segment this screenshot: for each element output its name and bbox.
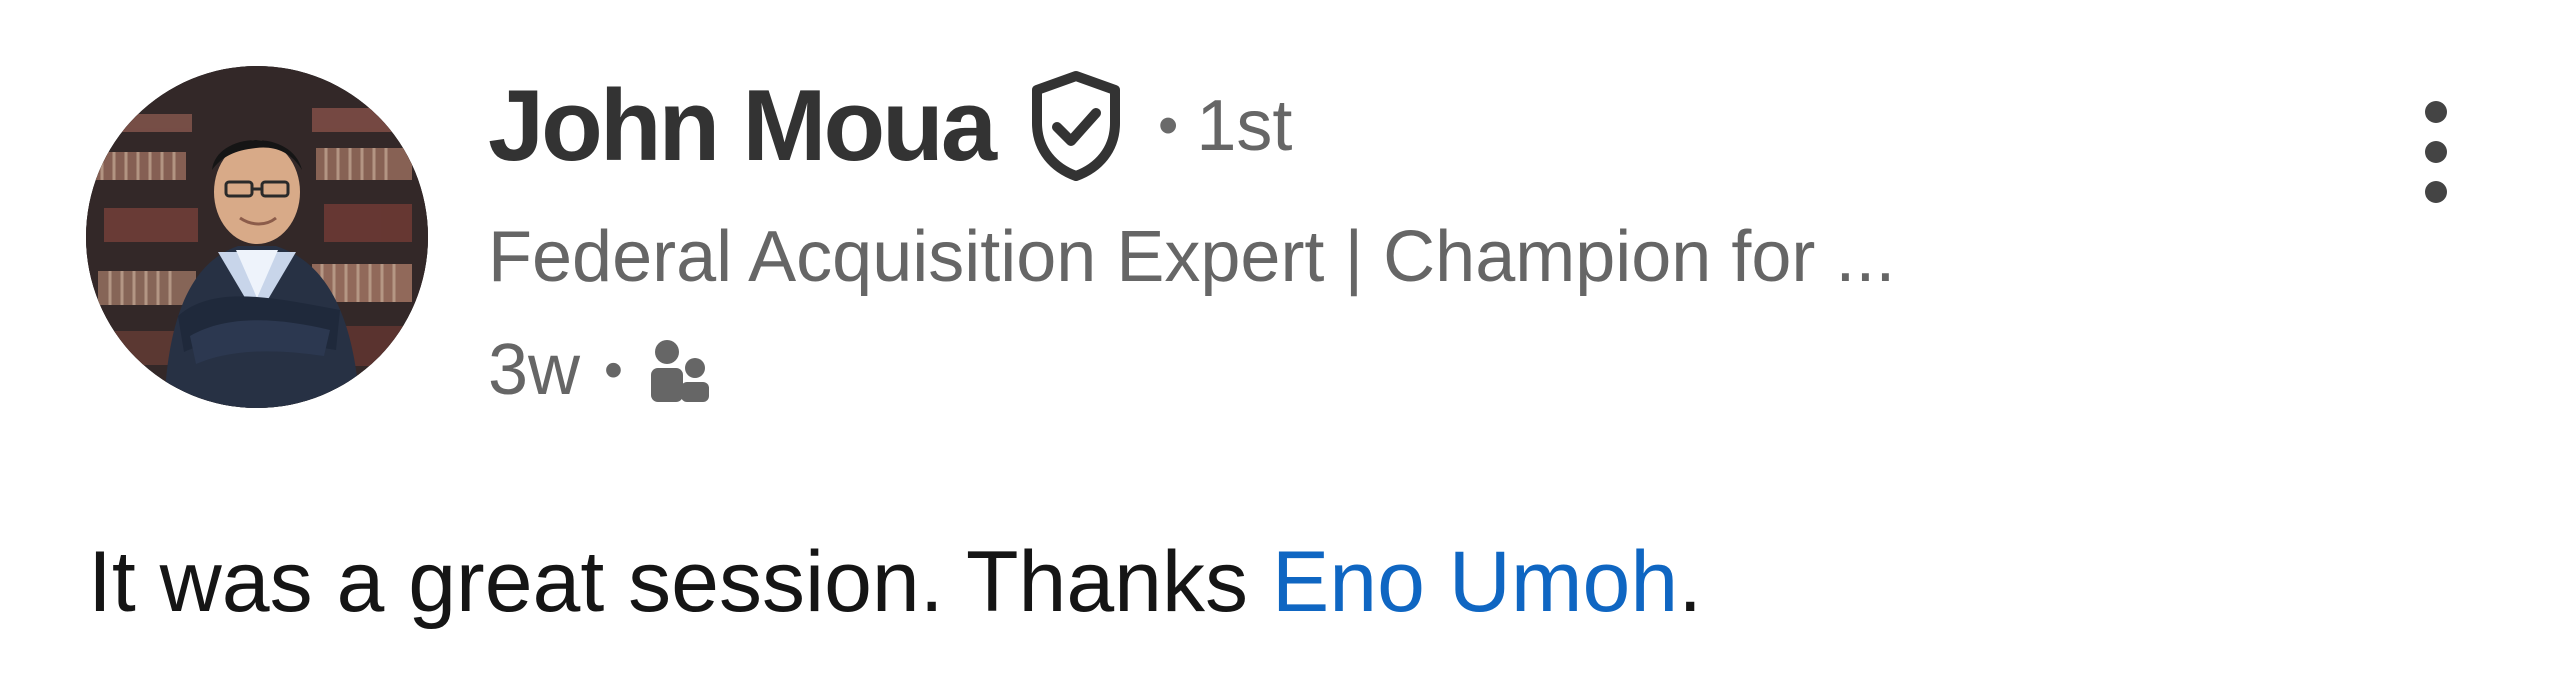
connection-degree: 1st — [1196, 86, 1293, 166]
post-text-end: . — [1678, 534, 1703, 630]
vertical-ellipsis-icon — [2408, 101, 2464, 209]
mention-link[interactable]: Eno Umoh — [1272, 534, 1678, 630]
more-options-button[interactable] — [2408, 98, 2464, 206]
author-avatar[interactable] — [86, 66, 428, 408]
post-text: It was a great session. Thanks Eno Umoh. — [88, 535, 1702, 630]
post-meta: 3w • — [488, 334, 713, 406]
timestamp-audience-separator: • — [604, 340, 623, 400]
author-name[interactable]: John Moua — [488, 75, 997, 177]
shield-check-icon — [1024, 70, 1128, 182]
post-card: John Moua • 1st Federal Acquisition Expe… — [0, 0, 2560, 692]
author-headline: Federal Acquisition Expert | Champion fo… — [488, 217, 1896, 297]
post-timestamp: 3w — [488, 330, 581, 410]
connections-icon — [647, 334, 713, 406]
name-degree-separator: • — [1158, 93, 1179, 158]
post-text-start: It was a great session. Thanks — [88, 534, 1272, 630]
author-line: John Moua • 1st — [488, 66, 1292, 186]
